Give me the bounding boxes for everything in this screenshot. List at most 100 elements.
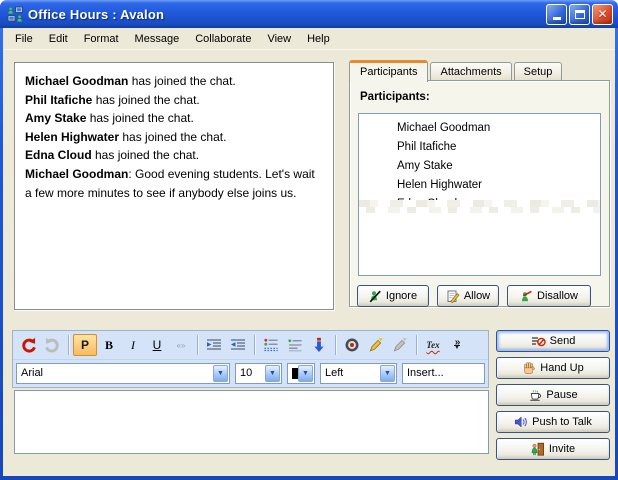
toolbar-separator: [197, 335, 198, 355]
bullet-list-button[interactable]: [283, 334, 307, 356]
redo-icon: [44, 337, 61, 354]
format-toolbar: P B I U «»: [12, 330, 489, 388]
chat-sender: Phil Itafiche: [25, 93, 92, 107]
menu-edit[interactable]: Edit: [41, 30, 76, 48]
title-bar[interactable]: Office Hours : Avalon ✕: [0, 0, 618, 28]
menu-view[interactable]: View: [259, 30, 299, 48]
hand-up-button[interactable]: Hand Up: [496, 357, 610, 379]
participants-list[interactable]: Michael Goodman Phil Itafiche Amy Stake …: [358, 113, 601, 276]
participant-item[interactable]: Michael Goodman: [359, 119, 600, 137]
indent-increase-button[interactable]: [202, 334, 226, 356]
app-window: Office Hours : Avalon ✕ File Edit Format…: [0, 0, 618, 480]
window-title: Office Hours : Avalon: [28, 7, 544, 22]
send-button[interactable]: Send: [496, 330, 610, 352]
close-button[interactable]: ✕: [592, 4, 613, 25]
app-body: File Edit Format Message Collaborate Vie…: [3, 28, 615, 476]
chat-message: Michael Goodman has joined the chat.: [25, 72, 323, 91]
invite-button[interactable]: Invite: [496, 438, 610, 460]
toolbar-separator: [68, 335, 69, 355]
push-to-talk-button[interactable]: Push to Talk: [496, 411, 610, 433]
chat-text: has joined the chat.: [128, 74, 235, 88]
bold-button[interactable]: B: [97, 334, 121, 356]
menu-help[interactable]: Help: [299, 30, 338, 48]
toolbar-separator: [254, 335, 255, 355]
highlighter-button[interactable]: [364, 334, 388, 356]
bold-icon: B: [105, 338, 113, 353]
chat-text: has joined the chat.: [119, 130, 226, 144]
chevron-down-icon[interactable]: ▼: [380, 365, 395, 382]
italic-button[interactable]: I: [121, 334, 145, 356]
record-button[interactable]: [340, 334, 364, 356]
spellcheck-button[interactable]: Tex: [421, 334, 445, 356]
push-to-talk-label: Push to Talk: [532, 416, 592, 428]
render-artifact: [359, 207, 600, 213]
font-color-select[interactable]: ▼: [287, 363, 315, 384]
eyedropper-button[interactable]: [388, 334, 412, 356]
menu-collaborate[interactable]: Collaborate: [187, 30, 259, 48]
spellcheck-icon: Tex: [426, 340, 439, 350]
paragraph-style-toggle[interactable]: P: [73, 334, 97, 356]
menu-bar: File Edit Format Message Collaborate Vie…: [3, 28, 615, 49]
toolbar-row-icons: P B I U «»: [13, 331, 488, 359]
chevron-down-icon[interactable]: ▼: [213, 365, 228, 382]
symbol-button[interactable]: «»: [169, 334, 193, 356]
record-icon: [344, 337, 360, 353]
paragraph-marks-button[interactable]: [259, 334, 283, 356]
underline-button[interactable]: U: [145, 334, 169, 356]
tab-attachments[interactable]: Attachments: [430, 62, 511, 81]
allow-button[interactable]: Allow: [437, 285, 499, 307]
highlighter-icon: [368, 337, 384, 353]
italic-icon: I: [131, 338, 135, 353]
minimize-button[interactable]: [546, 4, 567, 25]
chat-sender: Michael Goodman: [25, 167, 128, 181]
menu-file[interactable]: File: [7, 30, 41, 48]
menu-message[interactable]: Message: [127, 30, 188, 48]
invite-label: Invite: [549, 443, 575, 455]
tab-strip: Participants Attachments Setup: [349, 59, 564, 81]
chat-sender: Helen Highwater: [25, 130, 119, 144]
chevron-down-icon[interactable]: ▼: [298, 365, 313, 382]
speaker-icon: [514, 415, 528, 429]
tab-participants[interactable]: Participants: [349, 60, 428, 82]
participant-item[interactable]: Amy Stake: [359, 157, 600, 175]
participant-item[interactable]: Phil Itafiche: [359, 138, 600, 156]
indent-decrease-icon: [230, 337, 246, 353]
participant-item[interactable]: Helen Highwater: [359, 176, 600, 194]
font-size-select[interactable]: 10 ▼: [235, 363, 282, 384]
action-button-column: Send Hand Up: [496, 330, 610, 460]
move-down-button[interactable]: [307, 334, 331, 356]
pause-button[interactable]: Pause: [496, 384, 610, 406]
chat-message: Michael Goodman: Good evening students. …: [25, 165, 323, 202]
chat-sender: Michael Goodman: [25, 74, 128, 88]
alignment-select[interactable]: Left ▼: [320, 363, 397, 384]
disallow-button[interactable]: Disallow: [507, 285, 591, 307]
send-icon: [531, 335, 546, 348]
pause-label: Pause: [546, 389, 577, 401]
redo-button[interactable]: [40, 334, 64, 356]
allow-pencil-icon: [446, 290, 460, 303]
chat-transcript[interactable]: Michael Goodman has joined the chat. Phi…: [14, 62, 334, 310]
chevron-down-icon[interactable]: ▼: [265, 365, 280, 382]
ignore-button[interactable]: Ignore: [357, 285, 429, 307]
indent-decrease-button[interactable]: [226, 334, 250, 356]
disallow-person-icon: [520, 290, 533, 303]
chat-sender: Amy Stake: [25, 111, 86, 125]
paragraph-icon: P: [81, 338, 89, 352]
undo-button[interactable]: [16, 334, 40, 356]
door-invite-icon: [531, 442, 545, 456]
tab-setup[interactable]: Setup: [514, 62, 563, 81]
ignore-label: Ignore: [386, 290, 417, 302]
insert-select[interactable]: Insert...: [402, 363, 485, 384]
undo-icon: [20, 337, 37, 354]
indent-increase-icon: [206, 337, 222, 353]
app-icon: [7, 6, 24, 23]
chat-sender: Edna Cloud: [25, 148, 92, 162]
maximize-button[interactable]: [569, 4, 590, 25]
chat-message: Phil Itafiche has joined the chat.: [25, 91, 323, 110]
menu-format[interactable]: Format: [76, 30, 127, 48]
font-family-select[interactable]: Arial ▼: [16, 363, 230, 384]
maximize-icon: [575, 10, 585, 19]
message-input[interactable]: [14, 390, 489, 454]
paragraph-marks-icon: [263, 337, 279, 353]
toolbar-overflow-button[interactable]: » ▼: [445, 334, 469, 356]
